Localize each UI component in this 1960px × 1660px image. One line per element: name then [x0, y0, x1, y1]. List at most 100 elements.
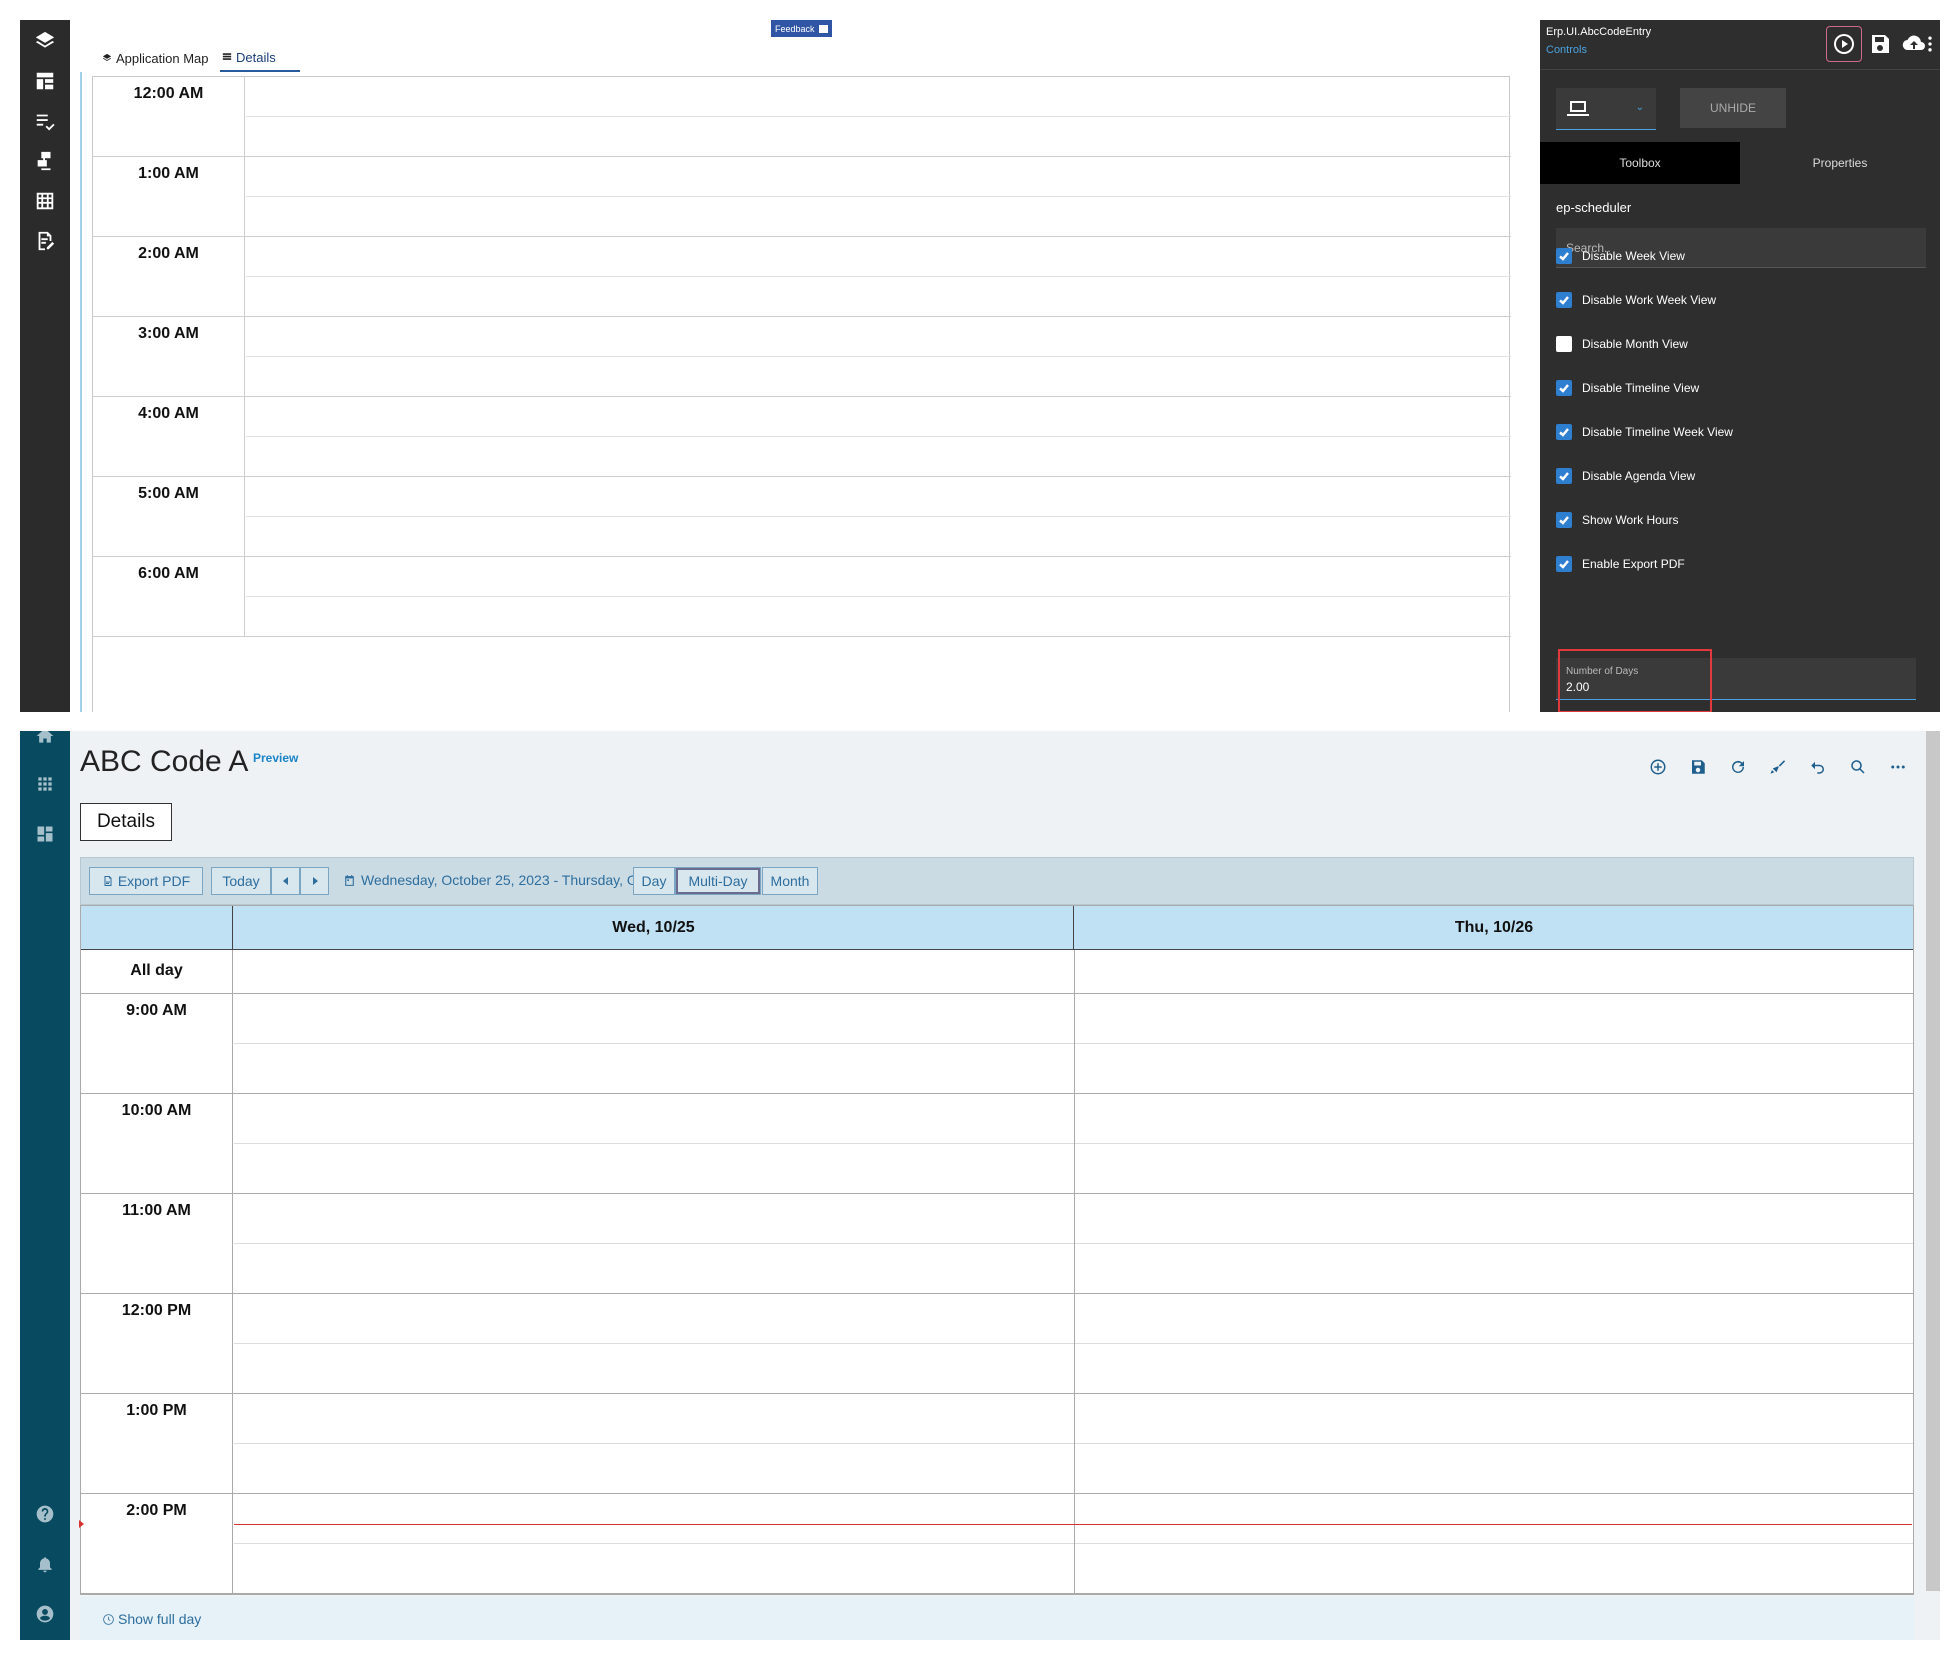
time-row[interactable]: 1:00 PM — [81, 1394, 1913, 1494]
property-checkbox-label: Disable Month View — [1582, 337, 1688, 351]
search-button[interactable] — [1846, 755, 1870, 779]
time-row[interactable]: 12:00 PM — [81, 1294, 1913, 1394]
view-button-day[interactable]: Day — [633, 867, 675, 895]
time-row[interactable]: 4:00 AM — [93, 397, 1511, 477]
time-row[interactable]: 2:00 PM — [81, 1494, 1913, 1594]
add-circle-icon — [1650, 759, 1666, 775]
properties-panel: Erp.UI.AbcCodeEntry Controls ⌄ UNHIDE To… — [1540, 20, 1940, 712]
layers-icon[interactable] — [30, 26, 60, 56]
prev-button[interactable] — [271, 867, 300, 895]
day-divider — [1074, 1194, 1075, 1293]
time-row[interactable]: 2:00 AM — [93, 237, 1511, 317]
add-button[interactable] — [1646, 755, 1670, 779]
checkbox-checked-icon[interactable] — [1556, 424, 1572, 440]
property-checkbox[interactable]: Disable Timeline Week View — [1556, 422, 1733, 442]
tab-details[interactable]: Details — [80, 803, 172, 841]
save-button[interactable] — [1862, 26, 1898, 62]
show-full-day-link[interactable]: Show full day — [102, 1611, 201, 1627]
scrollbar[interactable] — [1926, 731, 1940, 1591]
time-row[interactable]: 5:00 AM — [93, 477, 1511, 557]
checkbox-checked-icon[interactable] — [1556, 248, 1572, 264]
chevron-down-icon: ⌄ — [1635, 102, 1644, 113]
property-checkbox[interactable]: Disable Agenda View — [1556, 466, 1695, 486]
half-hour-line — [246, 596, 1511, 597]
time-row[interactable]: 3:00 AM — [93, 317, 1511, 397]
apps-grid-icon[interactable] — [32, 771, 58, 797]
preview-play-button[interactable] — [1826, 26, 1862, 62]
checkbox-checked-icon[interactable] — [1556, 512, 1572, 528]
day-divider — [1074, 994, 1075, 1093]
help-icon[interactable] — [32, 1501, 58, 1527]
time-row[interactable]: 12:00 AM — [93, 77, 1511, 157]
day-header[interactable]: Wed, 10/25 — [234, 906, 1074, 949]
tab-application-map-label: Application Map — [116, 50, 209, 66]
layout-icon[interactable] — [30, 66, 60, 96]
time-row[interactable]: 11:00 AM — [81, 1194, 1913, 1294]
undo-button[interactable] — [1806, 755, 1830, 779]
next-button[interactable] — [300, 867, 329, 895]
grid-table-icon[interactable] — [30, 186, 60, 216]
checkbox-checked-icon[interactable] — [1556, 380, 1572, 396]
clear-button[interactable] — [1766, 755, 1790, 779]
device-select[interactable]: ⌄ — [1556, 88, 1656, 130]
feedback-button[interactable]: Feedback — [771, 20, 832, 37]
more-button[interactable] — [1886, 755, 1910, 779]
save-icon — [1872, 35, 1889, 53]
dashboard-icon[interactable] — [32, 821, 58, 847]
time-row[interactable]: 6:00 AM — [93, 557, 1511, 637]
search-icon — [1851, 760, 1865, 774]
half-hour-line — [246, 356, 1511, 357]
checkbox-checked-icon[interactable] — [1556, 556, 1572, 572]
checkbox-checked-icon[interactable] — [1556, 468, 1572, 484]
preview-side-rail — [20, 731, 70, 1640]
data-flow-icon[interactable] — [30, 146, 60, 176]
more-vertical-icon — [1928, 36, 1932, 52]
view-button-multi-day[interactable]: Multi-Day — [675, 867, 761, 895]
feedback-label: Feedback — [775, 23, 815, 34]
time-row[interactable]: 1:00 AM — [93, 157, 1511, 237]
property-checkbox[interactable]: Show Work Hours — [1556, 510, 1678, 530]
account-icon[interactable] — [32, 1601, 58, 1627]
designer-panel: Application Map Details Feedback 12:00 A… — [20, 0, 1940, 712]
time-label: 12:00 PM — [81, 1294, 233, 1393]
home-icon[interactable] — [32, 731, 58, 749]
property-checkbox[interactable]: Enable Export PDF — [1556, 554, 1685, 574]
calendar-icon — [345, 874, 354, 886]
unhide-button[interactable]: UNHIDE — [1680, 88, 1786, 128]
checkbox-empty-icon[interactable] — [1556, 336, 1572, 352]
bell-icon[interactable] — [32, 1551, 58, 1577]
current-time-marker — [79, 1520, 84, 1528]
time-label: 3:00 AM — [93, 317, 245, 397]
tab-properties[interactable]: Properties — [1740, 142, 1940, 184]
half-hour-line — [246, 516, 1511, 517]
more-horizontal-icon — [1891, 765, 1905, 769]
designer-canvas: 12:00 AM 1:00 AM 2:00 AM 3:00 AM 4:00 AM 5:00… — [80, 72, 1545, 712]
time-row[interactable]: 10:00 AM — [81, 1094, 1913, 1194]
half-hour-line — [246, 116, 1511, 117]
more-vertical-button[interactable] — [1920, 26, 1940, 62]
time-row[interactable]: 9:00 AM — [81, 994, 1913, 1094]
today-button[interactable]: Today — [211, 867, 271, 895]
export-pdf-button[interactable]: Export PDF — [89, 867, 203, 895]
property-checkbox[interactable]: Disable Timeline View — [1556, 378, 1699, 398]
screen-subtitle[interactable]: Controls — [1546, 44, 1587, 56]
tab-application-map[interactable]: Application Map — [102, 44, 209, 72]
component-name: ep-scheduler — [1556, 200, 1632, 215]
document-edit-icon[interactable] — [30, 226, 60, 256]
day-divider — [1074, 1294, 1075, 1393]
property-checkbox[interactable]: Disable Week View — [1556, 246, 1685, 266]
tab-details[interactable]: Details — [220, 44, 300, 72]
property-checkbox[interactable]: Disable Work Week View — [1556, 290, 1716, 310]
checkbox-checked-icon[interactable] — [1556, 292, 1572, 308]
day-divider — [1074, 1494, 1075, 1593]
checklist-icon[interactable] — [30, 106, 60, 136]
property-checkbox[interactable]: Disable Month View — [1556, 334, 1688, 354]
tab-toolbox[interactable]: Toolbox — [1540, 142, 1740, 184]
day-header[interactable]: Thu, 10/26 — [1075, 906, 1913, 949]
half-hour-line — [246, 276, 1511, 277]
save-button[interactable] — [1686, 755, 1710, 779]
view-button-month[interactable]: Month — [762, 867, 818, 895]
layers-icon — [102, 53, 112, 61]
half-hour-line — [246, 436, 1511, 437]
refresh-button[interactable] — [1726, 755, 1750, 779]
